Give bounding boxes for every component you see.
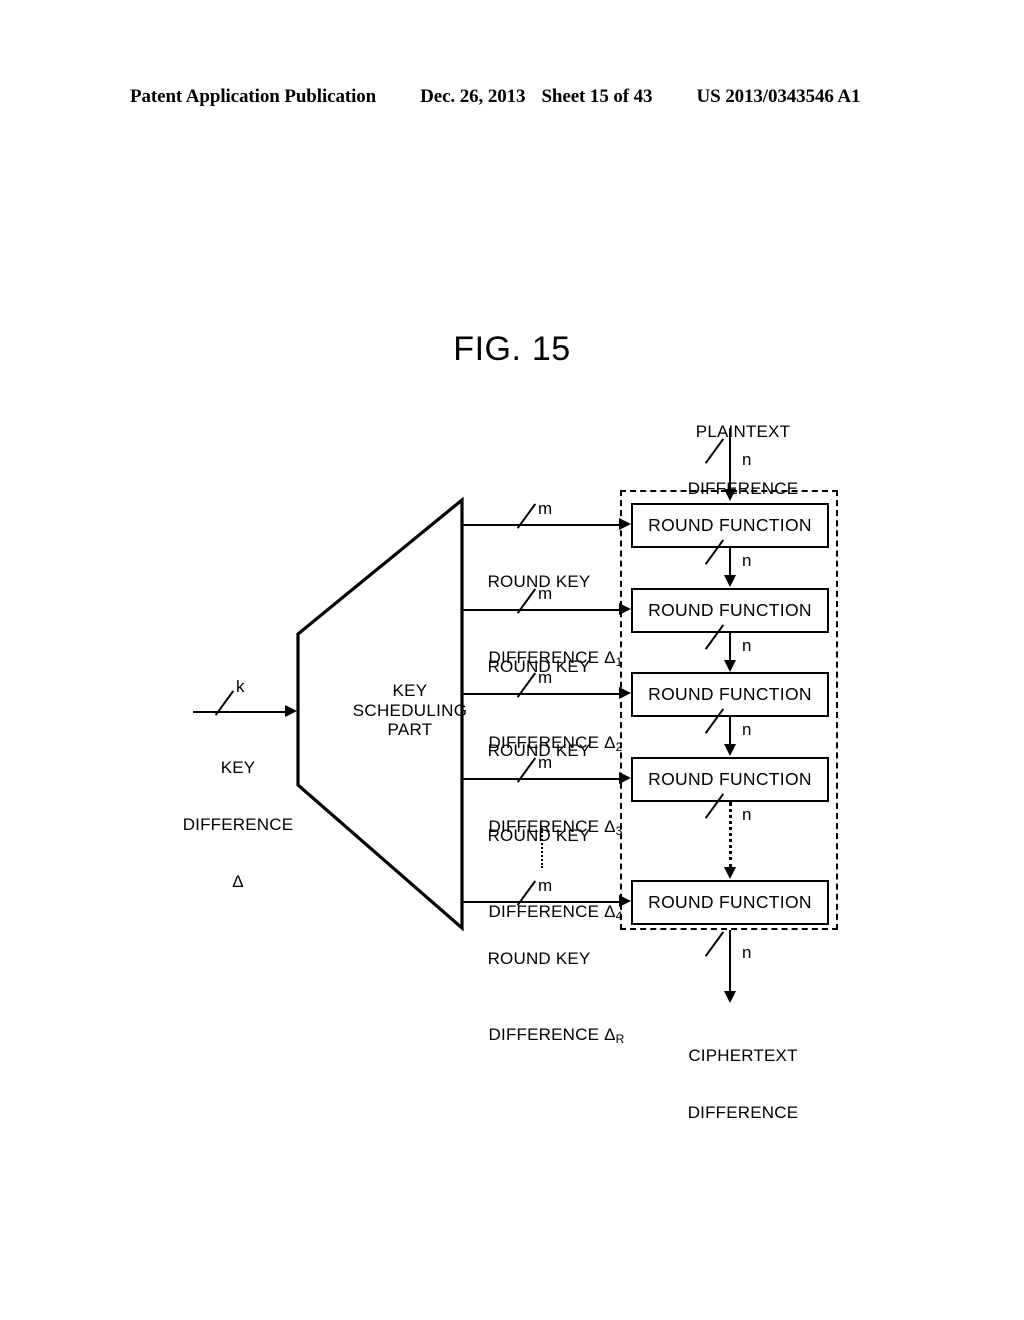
- round-key-bitwidth-label-3: m: [538, 668, 553, 687]
- round-key-difference-label-R: ROUND KEY DIFFERENCE ΔR: [459, 911, 625, 1106]
- key-difference-label: KEY DIFFERENCE Δ: [176, 720, 300, 929]
- ciphertext-difference-line1: CIPHERTEXT: [688, 1046, 798, 1065]
- round-function-label-3: ROUND FUNCTION: [648, 684, 812, 704]
- patent-page-header: Patent Application Publication Dec. 26, …: [130, 86, 894, 112]
- sheet-number: Sheet 15 of 43: [541, 86, 653, 107]
- round-key-arrowhead-1: [619, 518, 631, 530]
- interstage-arrowhead-4: [724, 867, 736, 879]
- round-key-bitwidth-label-R: m: [538, 876, 553, 895]
- interstage-arrowhead-3: [724, 744, 736, 756]
- patent-number: US 2013/0343546 A1: [696, 86, 861, 107]
- round-key-arrowhead-3: [619, 687, 631, 699]
- round-function-label-4: ROUND FUNCTION: [648, 769, 812, 789]
- key-difference-symbol: Δ: [232, 872, 244, 891]
- round-key-label-R-text: DIFFERENCE Δ: [488, 1025, 616, 1044]
- ciphertext-difference-label: CIPHERTEXT DIFFERENCE: [648, 1008, 838, 1160]
- ciphertext-difference-line2: DIFFERENCE: [687, 1103, 799, 1122]
- round-key-label-4-line1: ROUND KEY: [487, 826, 591, 845]
- publication-date: Dec. 26, 2013: [420, 86, 526, 107]
- interstage-bitwidth-label-3: n: [742, 720, 752, 739]
- figure-title: FIG. 15: [0, 330, 1024, 369]
- interstage-bitwidth-slash-icon-4: [717, 802, 743, 828]
- figure-number: 15: [531, 330, 571, 368]
- round-key-arrowhead-R: [619, 895, 631, 907]
- interstage-bitwidth-label-4: n: [742, 805, 752, 824]
- interstage-bitwidth-label-1: n: [742, 551, 752, 570]
- figure-label: FIG.: [453, 330, 522, 368]
- publication-title: Patent Application Publication: [130, 86, 377, 107]
- round-key-label-R-subscript: R: [615, 1032, 625, 1046]
- round-function-label-5: ROUND FUNCTION: [648, 892, 812, 912]
- interstage-bitwidth-label-2: n: [742, 636, 752, 655]
- round-key-bitwidth-label-1: m: [538, 499, 553, 518]
- key-difference-input-arrowhead: [285, 705, 297, 717]
- round-key-label-R-line2: DIFFERENCE ΔR: [459, 1006, 625, 1068]
- ciphertext-bitwidth-slash-icon: [717, 940, 743, 966]
- interstage-bitwidth-slash-icon-3: [717, 717, 743, 743]
- ciphertext-output-arrowhead: [724, 991, 736, 1003]
- key-difference-line2: DIFFERENCE: [182, 815, 294, 834]
- interstage-bitwidth-slash-icon-2: [717, 633, 743, 659]
- plaintext-bitwidth-label: n: [742, 450, 752, 469]
- round-key-bitwidth-label-2: m: [538, 584, 553, 603]
- ciphertext-bitwidth-label: n: [742, 943, 752, 962]
- round-key-bitwidth-label-4: m: [538, 753, 553, 772]
- key-difference-line1: KEY: [220, 758, 256, 777]
- round-key-arrowhead-2: [619, 603, 631, 615]
- round-key-arrowhead-4: [619, 772, 631, 784]
- round-function-label-1: ROUND FUNCTION: [648, 515, 812, 535]
- round-function-box-4[interactable]: ROUND FUNCTION: [631, 757, 829, 802]
- interstage-arrowhead-2: [724, 660, 736, 672]
- round-function-box-1[interactable]: ROUND FUNCTION: [631, 503, 829, 548]
- round-function-label-2: ROUND FUNCTION: [648, 600, 812, 620]
- interstage-bitwidth-slash-icon-1: [717, 548, 743, 574]
- round-key-label-R-line1: ROUND KEY: [487, 949, 591, 968]
- round-function-box-2[interactable]: ROUND FUNCTION: [631, 588, 829, 633]
- round-function-box-3[interactable]: ROUND FUNCTION: [631, 672, 829, 717]
- round-key-ellipsis: [541, 828, 543, 868]
- plaintext-bitwidth-slash-icon: [717, 447, 743, 473]
- key-bitwidth-label: k: [236, 677, 245, 696]
- plaintext-difference-line1: PLAINTEXT: [695, 422, 791, 441]
- round-function-box-5[interactable]: ROUND FUNCTION: [631, 880, 829, 925]
- interstage-arrowhead-1: [724, 575, 736, 587]
